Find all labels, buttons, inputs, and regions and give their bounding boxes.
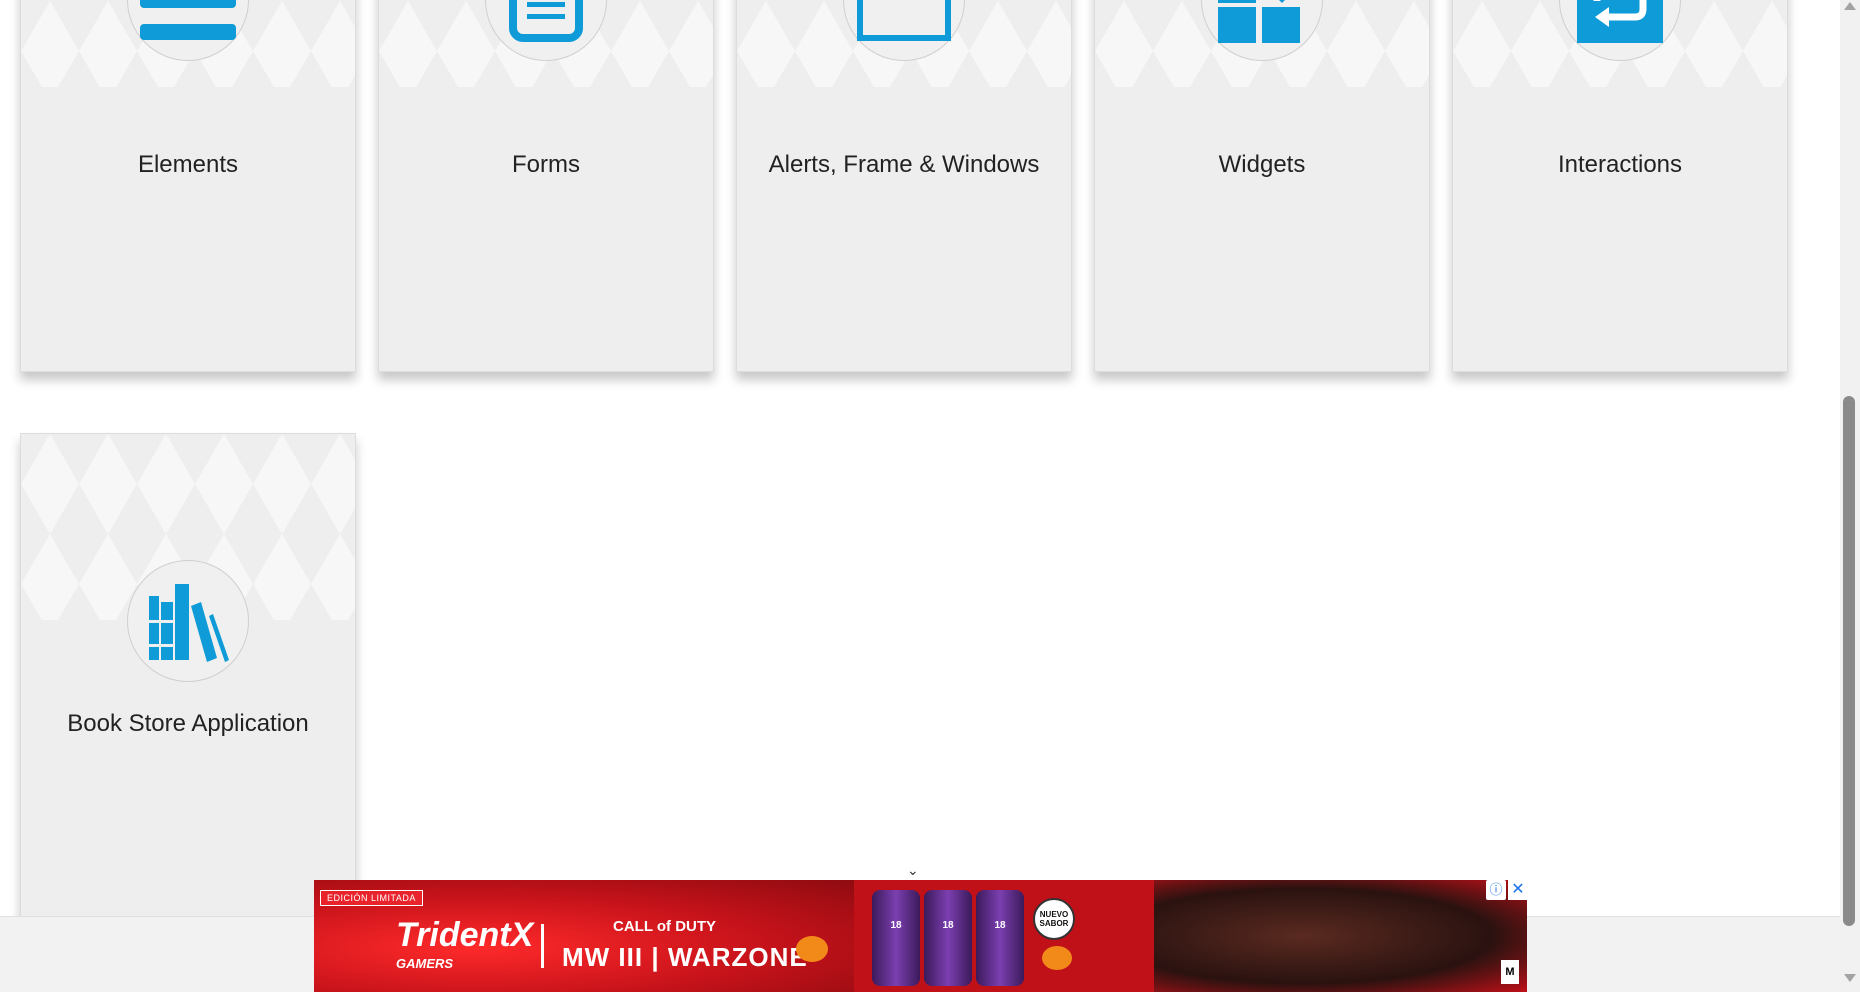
page: Elements Forms Alerts, Frame & Windows W… <box>0 0 1840 992</box>
ad-can-image: 18 <box>924 890 972 986</box>
ad-can-image: 18 <box>872 890 920 986</box>
ad-close-icon[interactable]: ✕ <box>1508 880 1528 900</box>
card-title: Elements <box>137 151 239 178</box>
card-title: Alerts, Frame & Windows <box>768 151 1040 178</box>
ad-can-image: 18 <box>976 890 1024 986</box>
scroll-up-arrow-icon[interactable] <box>1844 2 1856 10</box>
card-interactions[interactable]: Interactions <box>1452 0 1788 372</box>
card-title: Widgets <box>1218 151 1306 178</box>
ad-mw-logo: MW III | WARZONE <box>562 942 808 972</box>
advertisement-banner[interactable]: EDICIÓN LIMITADA TridentX GAMERS CALL of… <box>314 880 1527 992</box>
card-elements[interactable]: Elements <box>20 0 356 372</box>
ad-cod-logo: CALL of DUTY <box>613 918 717 935</box>
card-alerts-frame-windows[interactable]: Alerts, Frame & Windows <box>736 0 1072 372</box>
card-book-store-application[interactable]: Book Store Application <box>20 433 356 992</box>
ad-brand-logo: TridentX <box>396 916 534 954</box>
card-widgets[interactable]: Widgets <box>1094 0 1430 372</box>
card-title: Interactions <box>1557 151 1683 178</box>
ad-info-icon[interactable]: ⓘ <box>1486 880 1506 900</box>
books-icon <box>127 560 249 682</box>
card-title: Forms <box>512 151 580 178</box>
card-forms[interactable]: Forms <box>378 0 714 372</box>
ad-badge: EDICIÓN LIMITADA <box>320 890 423 906</box>
ad-rating-badge: M <box>1501 960 1519 984</box>
scrollbar-thumb[interactable] <box>1843 396 1855 926</box>
ad-candy-image <box>1042 946 1072 970</box>
ad-character-image <box>1154 880 1527 992</box>
ad-candy-image <box>796 936 828 962</box>
card-title: Book Store Application <box>67 710 309 737</box>
ad-collapse-chevron-icon[interactable]: ⌄ <box>907 862 919 879</box>
ad-separator <box>541 924 544 968</box>
ad-brand-sub: GAMERS <box>396 956 454 971</box>
scroll-down-arrow-icon[interactable] <box>1844 974 1856 982</box>
ad-new-flavor-stamp: NUEVO SABOR <box>1033 898 1075 940</box>
